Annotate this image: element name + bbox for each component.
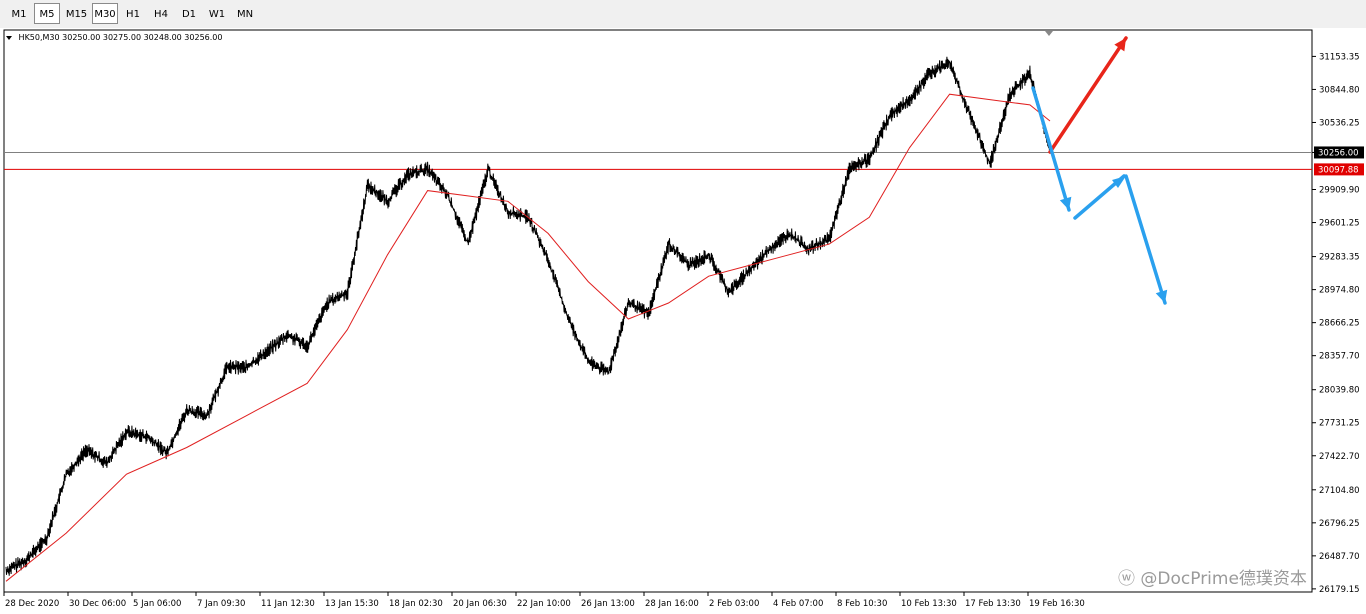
- y-tick-label: 28357.70: [1319, 352, 1360, 362]
- y-tick-label: 27104.80: [1319, 486, 1360, 496]
- x-tick-label: 13 Jan 15:30: [325, 599, 379, 609]
- x-tick-label: 20 Jan 06:30: [453, 599, 507, 609]
- y-tick-label: 28974.80: [1319, 286, 1360, 296]
- x-tick-label: 26 Jan 13:00: [581, 599, 635, 609]
- x-tick-label: 2 Feb 03:00: [709, 599, 759, 609]
- x-tick-label: 19 Feb 16:30: [1029, 599, 1085, 609]
- x-tick-label: 18 Jan 02:30: [389, 599, 443, 609]
- y-tick-label: 26796.25: [1319, 519, 1360, 529]
- y-tick-label: 27422.70: [1319, 452, 1360, 462]
- plot-frame: [3, 29, 1313, 593]
- price-chart[interactable]: 31153.35 30844.80 30536.25 30256.00 29909.90…: [0, 0, 1366, 614]
- x-tick-label: 28 Jan 16:00: [645, 599, 699, 609]
- y-tick-label: 30844.80: [1319, 85, 1360, 95]
- x-tick-label: 17 Feb 13:30: [965, 599, 1021, 609]
- x-tick-label: 7 Jan 09:30: [197, 599, 245, 609]
- chart-shift-marker[interactable]: [1045, 31, 1053, 36]
- x-tick-label: 5 Jan 06:00: [133, 599, 181, 609]
- final-down-arrow-shaft[interactable]: [1124, 174, 1167, 305]
- up-arrow-shaft[interactable]: [1048, 36, 1128, 154]
- level-price-label: 30097.88: [1318, 165, 1359, 175]
- x-tick-label: 4 Feb 07:00: [773, 599, 823, 609]
- x-tick-label: 30 Dec 06:00: [69, 599, 126, 609]
- price-series[interactable]: [5, 56, 1051, 576]
- y-tick-label: 26487.70: [1319, 552, 1360, 562]
- y-tick-label: 29909.90: [1319, 186, 1360, 196]
- x-tick-label: 11 Jan 12:30: [261, 599, 315, 609]
- y-tick-label: 29601.25: [1319, 219, 1360, 229]
- y-tick-label: 29283.35: [1319, 253, 1360, 263]
- x-tick-label: 8 Feb 10:30: [837, 599, 887, 609]
- y-tick-label: 26179.15: [1319, 585, 1360, 595]
- y-tick-label: 28666.25: [1319, 319, 1360, 329]
- watermark: ⓦ @DocPrime德璞资本: [1118, 569, 1307, 589]
- y-tick-label: 27731.25: [1319, 419, 1360, 429]
- moving-average-line[interactable]: [5, 93, 1051, 582]
- x-tick-label: 10 Feb 13:30: [901, 599, 957, 609]
- current-price-label: 30256.00: [1318, 148, 1359, 158]
- x-tick-label: 22 Jan 10:00: [517, 599, 571, 609]
- y-tick-label: 28039.80: [1319, 386, 1360, 396]
- y-tick-label: 30536.25: [1319, 118, 1360, 128]
- down-arrow-shaft[interactable]: [1031, 86, 1071, 212]
- y-tick-label: 31153.35: [1319, 52, 1360, 62]
- x-tick-label: 28 Dec 2020: [5, 599, 59, 609]
